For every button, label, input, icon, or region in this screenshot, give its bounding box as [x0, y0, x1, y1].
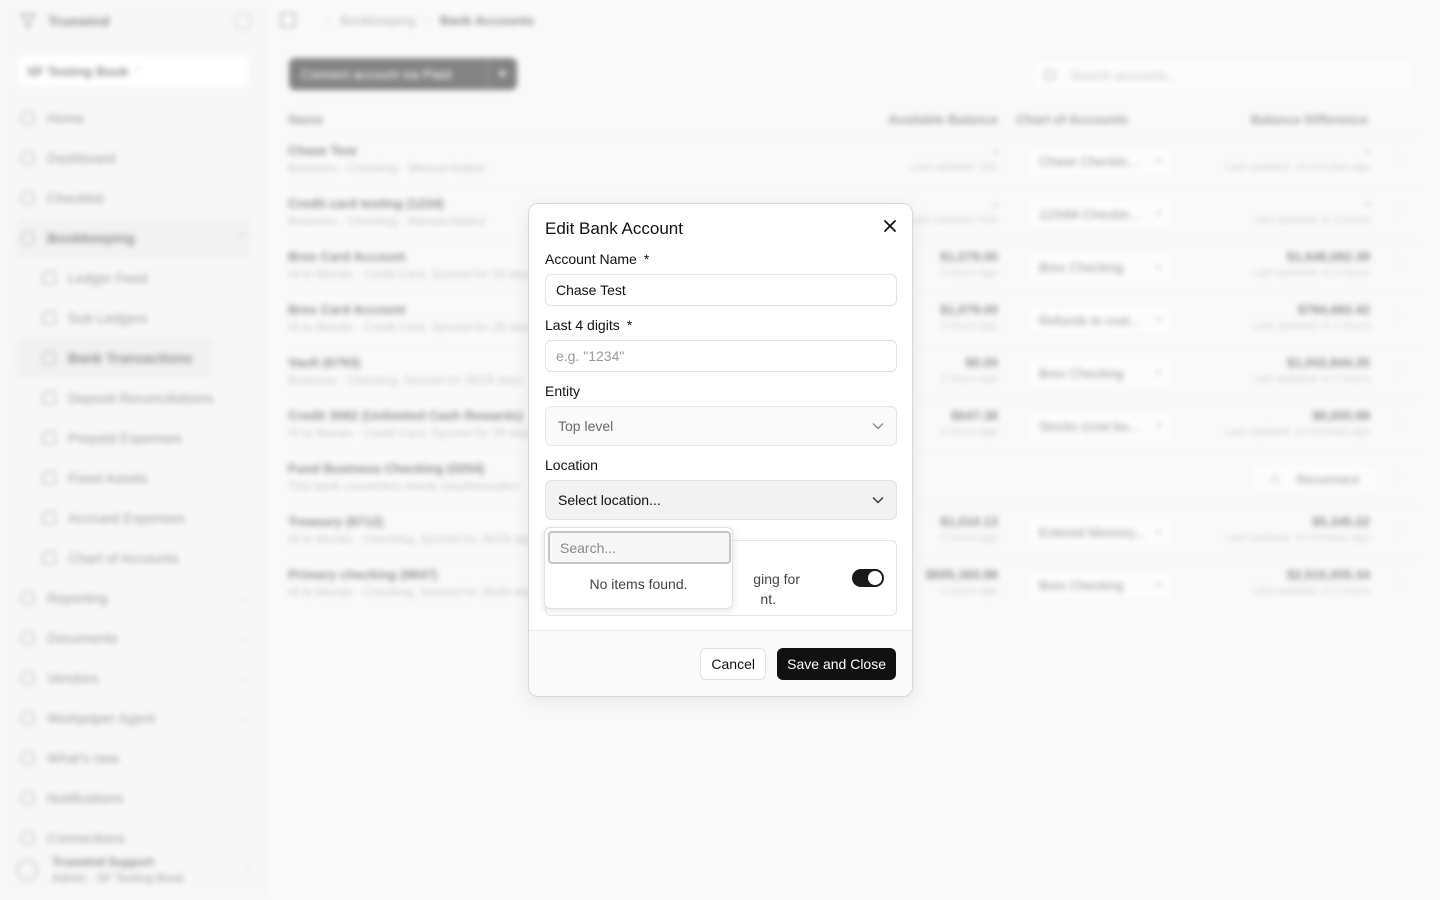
entity-label: Entity [545, 383, 581, 399]
entity-value: Top level [558, 418, 614, 434]
location-select[interactable]: Select location... [545, 480, 897, 520]
edit-bank-account-dialog: Edit Bank Account Account Name* Last 4 d… [528, 203, 913, 697]
location-value: Select location... [558, 492, 661, 508]
close-button[interactable] [880, 216, 900, 236]
dialog-title: Edit Bank Account [545, 219, 683, 238]
location-search-input[interactable] [548, 531, 731, 564]
toggle-knob [868, 571, 882, 585]
entity-select[interactable]: Top level [545, 406, 897, 446]
dialog-footer: Cancel Save and Close [529, 630, 912, 696]
account-name-label: Account Name * [545, 251, 650, 267]
close-icon [884, 220, 896, 232]
last4-input[interactable] [545, 340, 897, 372]
chevron-down-icon [872, 422, 884, 430]
last4-label: Last 4 digits * [545, 317, 633, 333]
save-and-close-button[interactable]: Save and Close [777, 648, 896, 680]
location-dropdown: No items found. [544, 527, 733, 609]
account-name-input[interactable] [545, 274, 897, 306]
cancel-button[interactable]: Cancel [700, 648, 766, 680]
empty-state-text: No items found. [589, 576, 688, 592]
chevron-down-icon [872, 496, 884, 504]
sync-toggle-switch[interactable] [852, 569, 884, 587]
location-label: Location [545, 457, 598, 473]
